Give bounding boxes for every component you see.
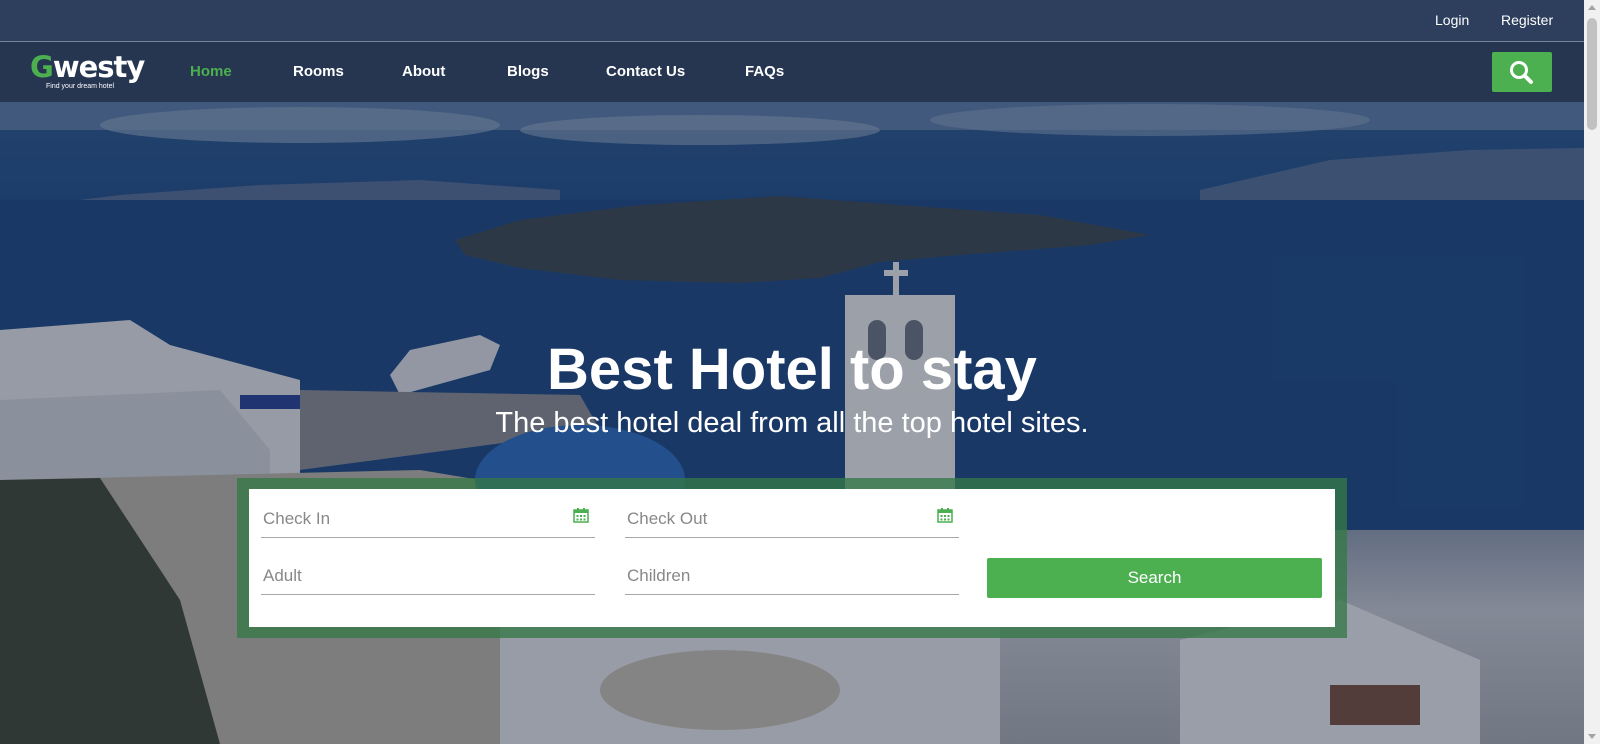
nav-item-rooms[interactable]: Rooms: [293, 63, 344, 80]
scroll-down-arrow-icon[interactable]: [1588, 734, 1596, 739]
nav-item-contact-us[interactable]: Contact Us: [606, 63, 685, 80]
register-link[interactable]: Register: [1501, 12, 1553, 28]
brand-name: Gwesty: [30, 50, 145, 84]
brand-tagline: Find your dream hotel: [46, 83, 115, 90]
booking-form: Check In Check Out Adult Children Search: [249, 489, 1335, 627]
nav-item-faqs[interactable]: FAQs: [745, 63, 784, 80]
search-icon: [1510, 61, 1533, 84]
check-in-field[interactable]: Check In: [261, 497, 595, 538]
booking-form-frame: Check In Check Out Adult Children Search: [237, 478, 1347, 638]
adult-field[interactable]: Adult: [261, 554, 595, 595]
main-navbar: Gwesty Find your dream hotel Home Rooms …: [0, 42, 1584, 102]
check-out-field[interactable]: Check Out: [625, 497, 959, 538]
login-link[interactable]: Login: [1435, 12, 1469, 28]
search-button[interactable]: Search: [987, 558, 1322, 598]
scroll-up-arrow-icon[interactable]: [1588, 5, 1596, 10]
page-scrollbar[interactable]: [1584, 0, 1600, 744]
header-search-button[interactable]: [1492, 52, 1552, 92]
adult-placeholder: Adult: [263, 566, 302, 585]
top-bar: Login Register: [0, 0, 1584, 42]
brand-logo[interactable]: Gwesty Find your dream hotel: [30, 50, 150, 94]
hero-title: Best Hotel to stay: [547, 337, 1037, 402]
nav-item-about[interactable]: About: [402, 63, 445, 80]
hero-subtitle: The best hotel deal from all the top hot…: [495, 407, 1089, 439]
calendar-icon[interactable]: [573, 507, 589, 523]
check-in-placeholder: Check In: [263, 509, 331, 528]
nav-item-blogs[interactable]: Blogs: [507, 63, 549, 80]
nav-item-home[interactable]: Home: [190, 63, 232, 80]
check-out-placeholder: Check Out: [627, 509, 708, 528]
scrollbar-thumb[interactable]: [1587, 18, 1597, 130]
brand-name-initial: G: [30, 50, 54, 84]
calendar-icon[interactable]: [937, 507, 953, 523]
children-field[interactable]: Children: [625, 554, 959, 595]
brand-name-rest: westy: [52, 50, 145, 84]
children-placeholder: Children: [627, 566, 691, 585]
